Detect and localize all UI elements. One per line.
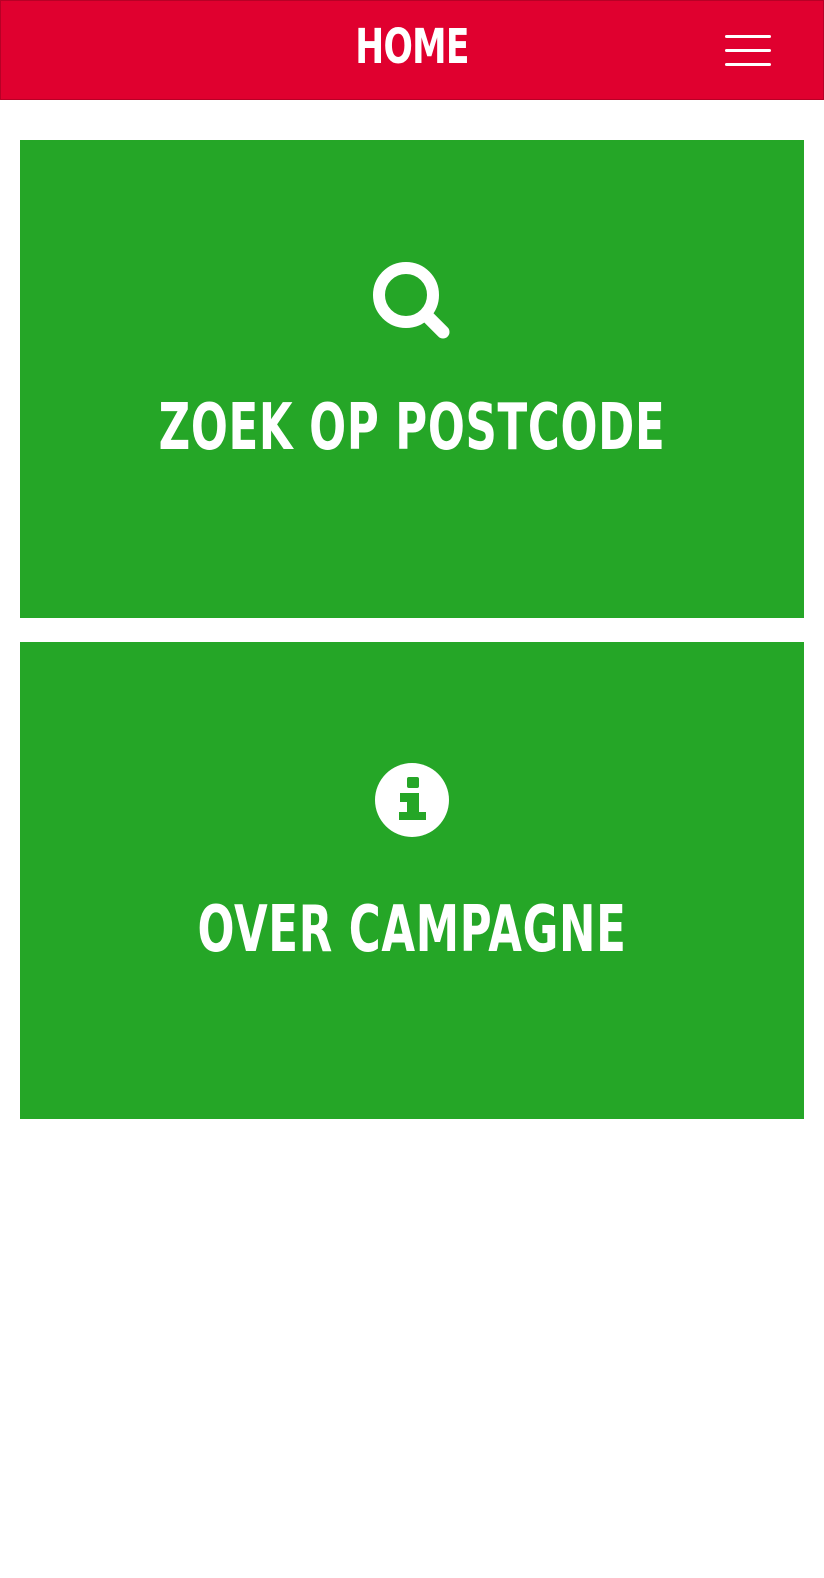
search-postcode-label: ZOEK OP POSTCODE: [158, 391, 666, 465]
menu-bar-bottom: [725, 63, 771, 66]
hamburger-menu-icon[interactable]: [725, 33, 771, 69]
menu-bar-top: [725, 35, 771, 38]
about-campaign-label: OVER CAMPAGNE: [197, 893, 627, 967]
page-title: HOME: [355, 19, 469, 75]
search-icon: [373, 262, 450, 339]
info-icon: [375, 763, 449, 837]
menu-bar-middle: [725, 49, 771, 52]
search-postcode-tile[interactable]: ZOEK OP POSTCODE: [20, 140, 804, 618]
top-bar: HOME: [0, 0, 824, 100]
about-campaign-tile[interactable]: OVER CAMPAGNE: [20, 642, 804, 1119]
